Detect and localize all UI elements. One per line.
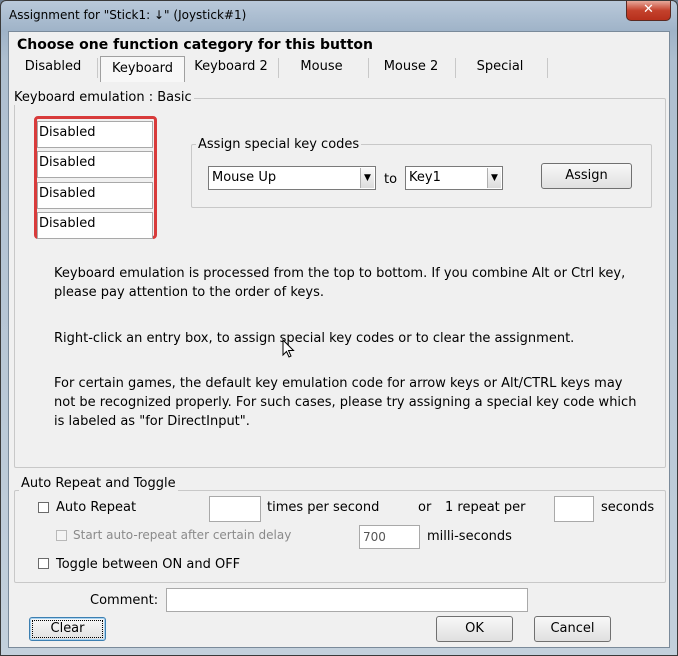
dialog-window: Assignment for "Stick1: ↓" (Joystick#1) … xyxy=(0,0,678,656)
repeat-per-label: 1 repeat per xyxy=(445,500,526,515)
clear-button[interactable]: Clear xyxy=(29,617,106,641)
key-entry-4[interactable]: Disabled xyxy=(37,212,153,239)
keyboard-emulation-title: Keyboard emulation : Basic xyxy=(12,90,194,105)
special-key-select[interactable]: Mouse Up ▼ xyxy=(208,166,376,190)
page-title: Choose one function category for this bu… xyxy=(17,37,373,53)
title-bar[interactable]: Assignment for "Stick1: ↓" (Joystick#1) … xyxy=(1,1,677,31)
target-key-value: Key1 xyxy=(409,170,441,185)
tab-mouse[interactable]: Mouse xyxy=(281,54,362,80)
help-text-line: Keyboard emulation is processed from the… xyxy=(54,266,626,281)
tab-separator xyxy=(368,58,369,78)
or-label: or xyxy=(418,500,432,515)
tab-separator xyxy=(547,58,548,78)
cancel-button[interactable]: Cancel xyxy=(534,616,611,642)
window-title: Assignment for "Stick1: ↓" (Joystick#1) xyxy=(9,8,247,22)
tab-separator xyxy=(278,58,279,78)
times-per-second-input[interactable] xyxy=(209,496,261,522)
ok-button[interactable]: OK xyxy=(436,616,513,642)
special-key-value: Mouse Up xyxy=(212,170,277,185)
comment-label: Comment: xyxy=(90,593,159,608)
target-key-select[interactable]: Key1 ▼ xyxy=(405,166,503,190)
chevron-down-icon[interactable]: ▼ xyxy=(360,168,374,188)
tab-mouse-2[interactable]: Mouse 2 xyxy=(371,54,451,80)
help-text-line: not be recognized properly. For such cas… xyxy=(54,395,637,410)
auto-repeat-title: Auto Repeat and Toggle xyxy=(19,476,178,491)
times-per-second-label: times per second xyxy=(267,500,380,515)
help-text-line: is labeled as "for DirectInput". xyxy=(54,414,250,429)
special-key-codes-title: Assign special key codes xyxy=(196,137,362,152)
to-label: to xyxy=(384,172,398,187)
help-text-line: Right-click an entry box, to assign spec… xyxy=(54,331,575,346)
toggle-checkbox[interactable] xyxy=(38,558,49,569)
close-icon: ✕ xyxy=(643,2,654,17)
auto-repeat-label: Auto Repeat xyxy=(56,500,137,515)
tab-keyboard-2[interactable]: Keyboard 2 xyxy=(189,54,273,80)
mouse-pointer-icon xyxy=(282,339,295,358)
key-entry-3[interactable]: Disabled xyxy=(37,182,153,209)
delay-checkbox[interactable] xyxy=(56,530,67,541)
key-entry-1[interactable]: Disabled xyxy=(37,121,153,148)
delay-label: Start auto-repeat after certain delay xyxy=(73,528,292,542)
tab-disabled[interactable]: Disabled xyxy=(15,54,91,80)
close-button[interactable]: ✕ xyxy=(626,1,671,21)
assign-button[interactable]: Assign xyxy=(541,163,632,189)
tab-separator xyxy=(97,58,98,78)
delay-ms-input[interactable]: 700 xyxy=(359,525,420,549)
help-text-line: For certain games, the default key emula… xyxy=(54,376,623,391)
seconds-label: seconds xyxy=(601,500,655,515)
help-text-line: please pay attention to the order of key… xyxy=(54,285,324,300)
auto-repeat-checkbox[interactable] xyxy=(38,502,49,513)
chevron-down-icon[interactable]: ▼ xyxy=(487,168,501,188)
milliseconds-label: milli-seconds xyxy=(427,529,512,544)
tab-special[interactable]: Special xyxy=(458,54,542,80)
toggle-label: Toggle between ON and OFF xyxy=(56,557,241,572)
key-entry-2[interactable]: Disabled xyxy=(37,151,153,178)
dialog-client: Choose one function category for this bu… xyxy=(8,31,670,648)
tab-keyboard[interactable]: Keyboard xyxy=(100,56,185,82)
tab-separator xyxy=(455,58,456,78)
seconds-input[interactable] xyxy=(554,496,594,522)
comment-input[interactable] xyxy=(166,588,528,612)
